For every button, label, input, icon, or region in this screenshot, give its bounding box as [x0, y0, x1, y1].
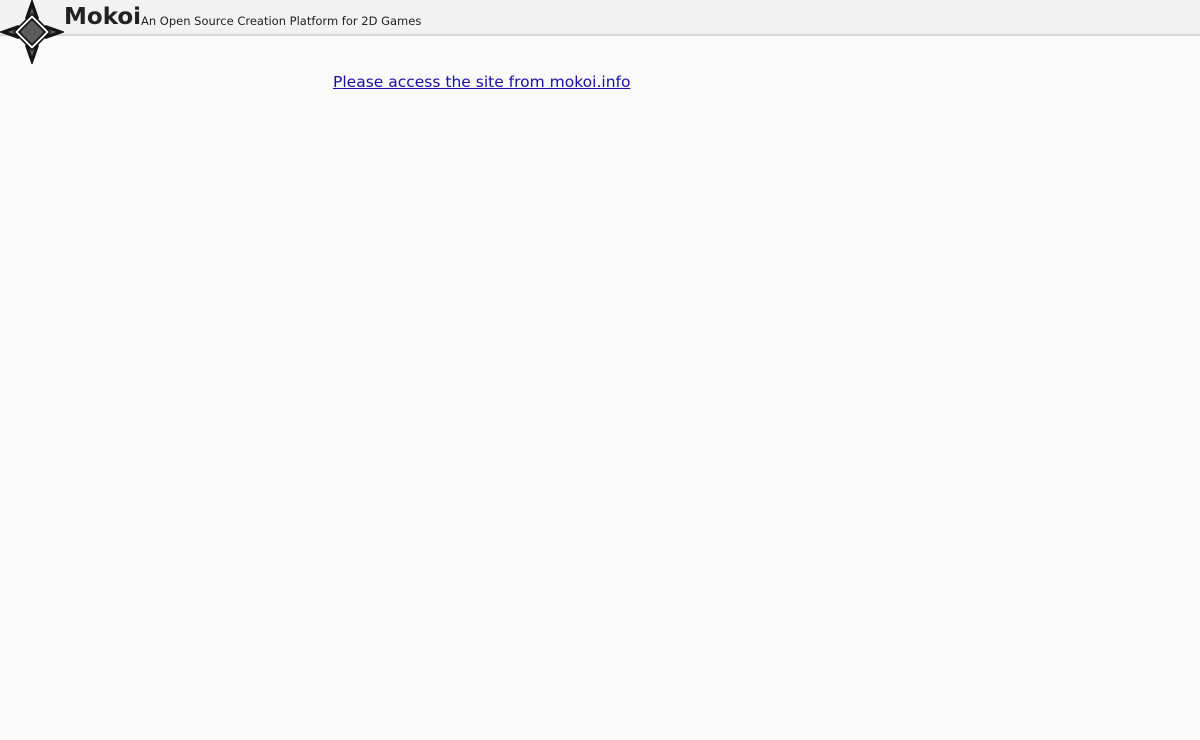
- compass-star-icon: [0, 0, 64, 64]
- site-tagline: An Open Source Creation Platform for 2D …: [141, 14, 422, 28]
- site-title: Mokoi: [64, 4, 142, 30]
- site-header: Mokoi An Open Source Creation Platform f…: [0, 0, 1200, 36]
- mokoi-info-link[interactable]: Please access the site from mokoi.info: [333, 72, 630, 92]
